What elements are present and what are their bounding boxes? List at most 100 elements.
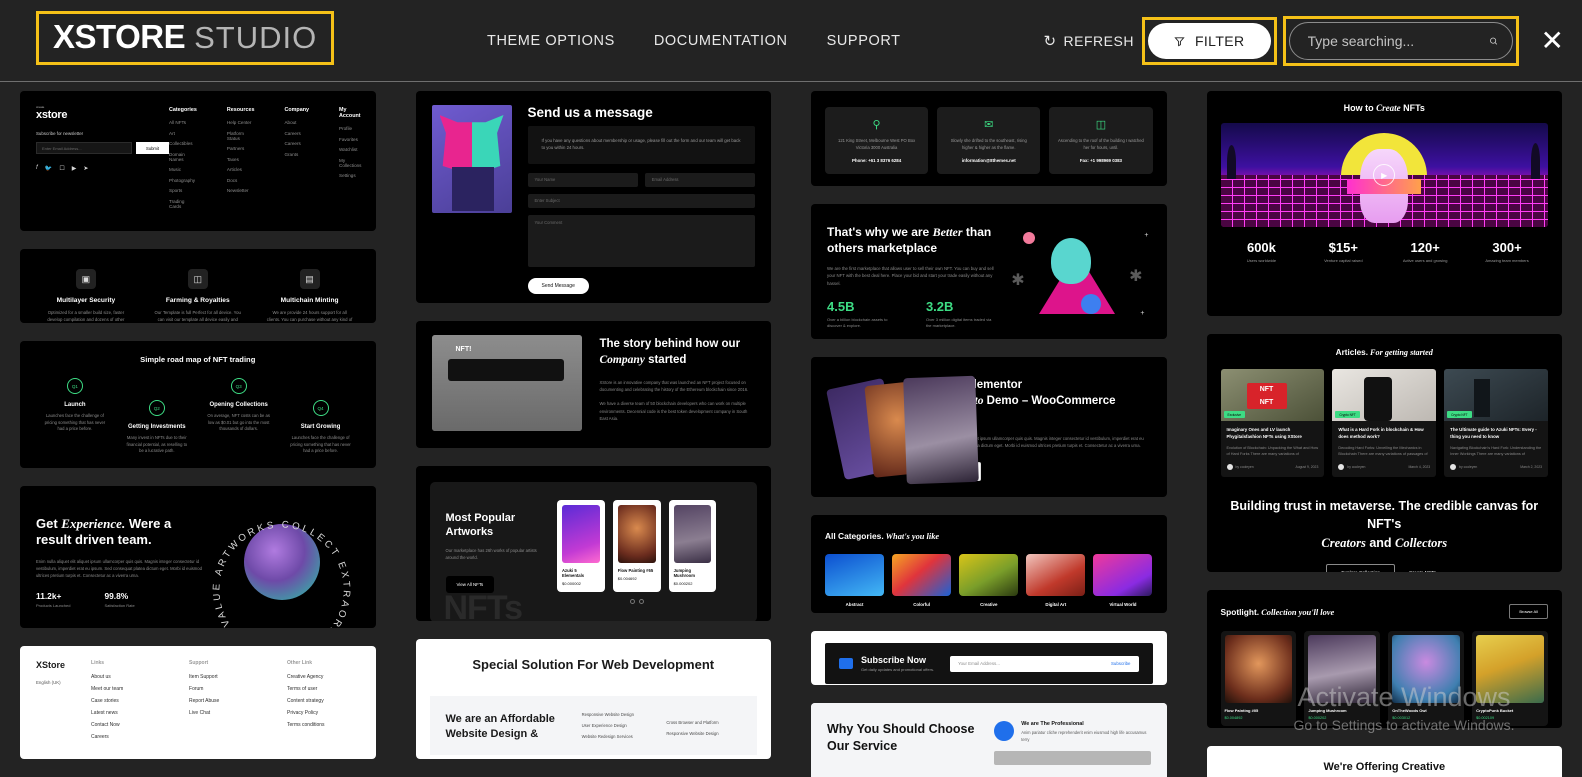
footer-link[interactable]: Item Support (189, 674, 261, 680)
footer-link[interactable]: Articles (227, 167, 255, 172)
send-message-button[interactable]: Send Message (527, 277, 589, 294)
footer-link[interactable]: Partners (227, 146, 255, 151)
name-field[interactable]: Your Name (527, 172, 638, 187)
footer-link[interactable]: Photography (169, 178, 197, 183)
article-card[interactable]: Crypto NFT The Ultimate guide to Azuki N… (1444, 369, 1548, 478)
footer-link[interactable]: Docs (227, 178, 255, 183)
footer-link[interactable]: Terms of user (287, 686, 359, 692)
instagram-icon[interactable]: ☐ (59, 165, 64, 172)
spotlight-item[interactable]: Flow Painting #05 $0.004892 (1220, 631, 1297, 726)
template-card-popular-artworks[interactable]: NFTs Most Popular Artworks Our marketpla… (415, 466, 771, 621)
close-icon[interactable]: ✕ (1541, 27, 1564, 55)
footer-link[interactable]: Careers (91, 734, 163, 740)
footer-link[interactable]: Forum (189, 686, 261, 692)
template-card-elementor[interactable]: XStore ElementorNFT Crypto Demo – WooCom… (811, 357, 1167, 497)
footer-link[interactable]: Platform Status (227, 131, 255, 141)
template-card-subscribe[interactable]: Subscribe Now Get daily updates and prom… (811, 631, 1167, 685)
template-card-better-marketplace[interactable]: That's why we are Better than others mar… (811, 204, 1167, 339)
nav-item-documentation[interactable]: DOCUMENTATION (654, 33, 788, 49)
template-card-offering[interactable]: We're Offering Creative (1206, 746, 1562, 777)
footer-link[interactable]: Domain Names (169, 152, 197, 162)
subject-field[interactable]: Enter Subject (527, 193, 755, 208)
footer-link[interactable]: Contact Now (91, 722, 163, 728)
template-card-special-solution[interactable]: Special Solution For Web Development We … (415, 639, 771, 759)
category-item[interactable]: Digital Art (1026, 554, 1086, 607)
template-card-roadmap[interactable]: Simple road map of NFT trading Q1 Launch… (20, 341, 376, 468)
spotlight-item[interactable]: Jumping Mushroom $0.000202 (1304, 631, 1381, 726)
footer-link[interactable]: About us (91, 674, 163, 680)
footer-link[interactable]: Trading Cards (169, 199, 197, 209)
footer-link[interactable]: All NFTs (169, 120, 197, 125)
template-card-footer-white[interactable]: XStore English (UK) Links About us Meet ou… (20, 646, 376, 759)
footer-link[interactable]: Live Chat (189, 710, 261, 716)
comment-field[interactable]: Your Comment (527, 214, 755, 267)
footer-link[interactable]: Newsletter (227, 188, 255, 193)
template-card-footer-dark[interactable]: create xstore Subscribe for newsletter E… (20, 91, 376, 231)
template-card-spotlight[interactable]: Spotlight. Collection you'll love Browse… (1206, 590, 1562, 728)
footer-link[interactable]: Creative Agency (287, 674, 359, 680)
template-card-how-to-create-nfts[interactable]: How to Create NFTs ▶ 600k Users worldwid… (1206, 91, 1562, 316)
newsletter-input[interactable]: Enter Email Address... (36, 142, 132, 154)
nav-item-support[interactable]: SUPPORT (827, 33, 901, 49)
email-field[interactable]: Email Address (644, 172, 755, 187)
newsletter-submit-button[interactable]: Submit (136, 142, 169, 154)
footer-link[interactable]: Help Center (227, 120, 255, 125)
footer-link[interactable]: Careers (284, 131, 309, 136)
footer-link[interactable]: Case stories (91, 698, 163, 704)
template-card-contact-info[interactable]: ⚲ 121 King Street, Melbourne West PO Box… (811, 91, 1167, 186)
search-input[interactable] (1307, 33, 1489, 49)
footer-link[interactable]: Careers (284, 141, 309, 146)
refresh-button[interactable]: ↻ REFRESH (1043, 32, 1133, 50)
footer-link[interactable]: Latest news (91, 710, 163, 716)
template-card-categories[interactable]: All Categories. What's you like Abstract… (811, 515, 1167, 613)
article-card[interactable]: NFT NFT Exclusive Imaginary Ones and LV l… (1220, 369, 1325, 478)
search-box[interactable] (1288, 22, 1513, 60)
search-icon[interactable] (1489, 34, 1498, 48)
footer-link[interactable]: Grants (284, 152, 309, 157)
template-card-story[interactable]: NFT! The story behind how our Company st… (415, 321, 771, 448)
browse-all-button[interactable]: Browse All (1509, 604, 1548, 619)
footer-link[interactable]: Sports (169, 188, 197, 193)
template-card-features[interactable]: ▣ Multilayer Security Optimized for a sm… (20, 249, 376, 323)
video-thumbnail[interactable]: ▶ (1220, 123, 1548, 227)
footer-link[interactable]: Privacy Policy (287, 710, 359, 716)
explore-collection-button[interactable]: Explore Collection (1326, 563, 1396, 572)
footer-link[interactable]: Taxes (227, 157, 255, 162)
play-icon[interactable]: ▶ (1373, 164, 1396, 186)
template-card-articles[interactable]: Articles. For getting started NFT NFT Exc… (1206, 334, 1562, 572)
footer-link[interactable]: Music (169, 167, 197, 172)
spotlight-item[interactable]: OnTheWoods Owl $0.003012 (1388, 631, 1465, 726)
social-links[interactable]: 𝑓 🐦 ☐ ▶ ➤ (36, 165, 169, 172)
template-card-why-choose[interactable]: Why You Should Choose Our Service We are… (811, 703, 1167, 777)
nft-item[interactable]: Azuki 5 Elementals $0.000002 (557, 500, 605, 592)
footer-link[interactable]: About (284, 120, 309, 125)
article-card[interactable]: Crypto NFT What is a Hard Fork in blockc… (1332, 369, 1437, 478)
logo[interactable]: XSTORE STUDIO (36, 11, 335, 65)
telegram-icon[interactable]: ➤ (83, 165, 88, 172)
newsletter-form[interactable]: Enter Email Address... Submit (36, 142, 169, 154)
category-item[interactable]: Creative (959, 554, 1019, 607)
template-card-contact-form[interactable]: Send us a message If you have any questi… (415, 91, 771, 303)
youtube-icon[interactable]: ▶ (72, 165, 77, 172)
footer-link[interactable]: Art (169, 131, 197, 136)
facebook-icon[interactable]: 𝑓 (36, 165, 38, 172)
footer-link[interactable]: Profile (339, 126, 361, 131)
footer-link[interactable]: Watchlist (339, 147, 361, 152)
footer-link[interactable]: Settings (339, 173, 361, 178)
carousel-dots[interactable] (557, 599, 716, 604)
footer-link[interactable]: Meet our team (91, 686, 163, 692)
nft-item[interactable]: Flow Painting #65 $0.004692 (612, 500, 661, 592)
category-item[interactable]: Abstract (825, 554, 885, 607)
footer-link[interactable]: Terms conditions (287, 722, 359, 728)
footer-link[interactable]: Collectibles (169, 141, 197, 146)
nav-item-theme-options[interactable]: THEME OPTIONS (487, 33, 615, 49)
filter-button[interactable]: FILTER (1147, 23, 1271, 59)
language-selector[interactable]: English (UK) (36, 680, 65, 685)
footer-link[interactable]: Report Abuse (189, 698, 261, 704)
nft-item[interactable]: Jumping Mushroom $0.000202 (668, 500, 717, 592)
template-grid[interactable]: create xstore Subscribe for newsletter E… (0, 83, 1582, 777)
create-nfts-link[interactable]: Create NFTs → (1409, 571, 1442, 572)
template-card-experience[interactable]: Get Experience. Were a result driven tea… (20, 486, 376, 628)
spotlight-item[interactable]: CryptoPunk Bucket $0.002109 (1472, 631, 1548, 726)
footer-link[interactable]: Favorites (339, 137, 361, 142)
